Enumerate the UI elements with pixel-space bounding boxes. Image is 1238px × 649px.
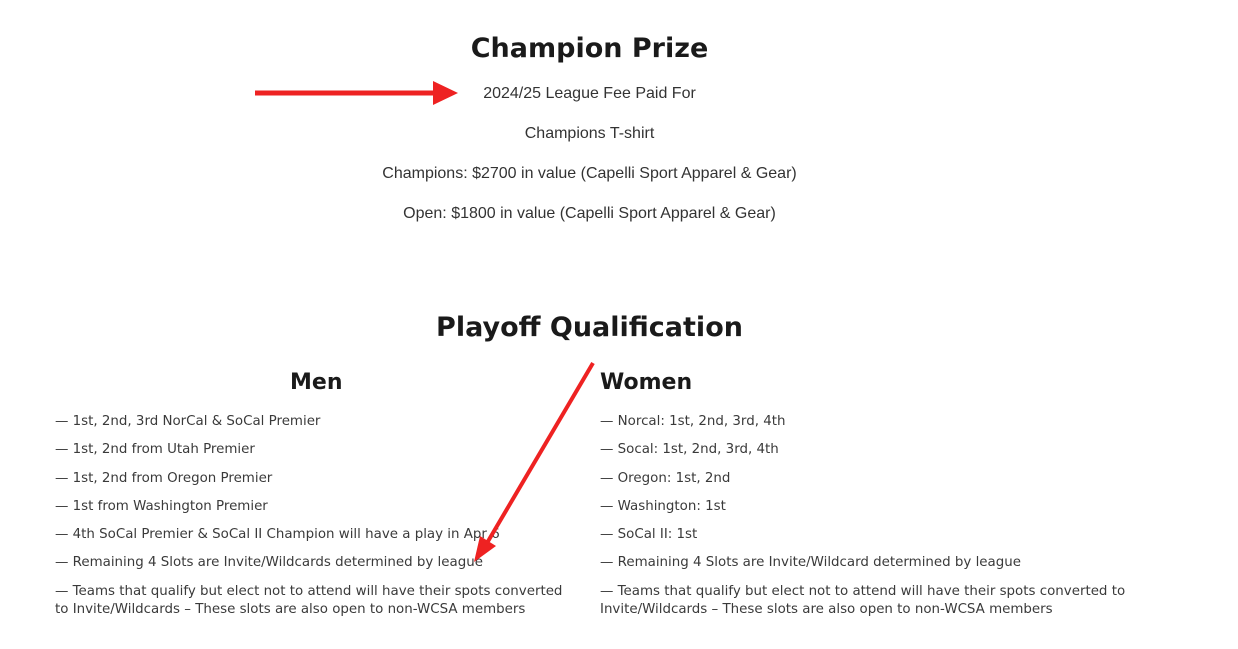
list-item: — Remaining 4 Slots are Invite/Wildcard … [600,555,1021,571]
list-item: — Teams that qualify but elect not to at… [55,583,563,617]
list-item: — 1st, 2nd, 3rd NorCal & SoCal Premier [55,414,321,429]
men-heading: Men [290,370,343,395]
list-item: — Washington: 1st [600,498,726,514]
champion-prize-title: Champion Prize [470,33,709,64]
list-item: — Norcal: 1st, 2nd, 3rd, 4th [600,414,786,429]
list-item: — Oregon: 1st, 2nd [600,470,731,486]
women-qualification-list: — Norcal: 1st, 2nd, 3rd, 4th — Socal: 1s… [600,413,1140,629]
list-item: — 1st from Washington Premier [55,498,268,514]
men-qualification-list: — 1st, 2nd, 3rd NorCal & SoCal Premier —… [55,413,575,629]
list-item: — 1st, 2nd from Oregon Premier [55,470,273,486]
prize-line-open-value: Open: $1800 in value (Capelli Sport Appa… [403,205,776,222]
women-heading: Women [600,370,693,395]
prize-line-tshirt: Champions T-shirt [524,125,655,142]
prize-line-champions-value: Champions: $2700 in value (Capelli Sport… [382,165,797,182]
list-item: — SoCal II: 1st [600,527,698,543]
playoff-qualification-title: Playoff Qualification [436,312,743,343]
list-item: — Teams that qualify but elect not to at… [600,583,1126,617]
list-item: — 1st, 2nd from Utah Premier [55,442,255,458]
list-item: — Socal: 1st, 2nd, 3rd, 4th [600,442,779,458]
list-item: — Remaining 4 Slots are Invite/Wildcards… [55,555,483,571]
list-item: — 4th SoCal Premier & SoCal II Champion … [55,527,500,543]
prize-line-league-fee: 2024/25 League Fee Paid For [483,85,696,102]
